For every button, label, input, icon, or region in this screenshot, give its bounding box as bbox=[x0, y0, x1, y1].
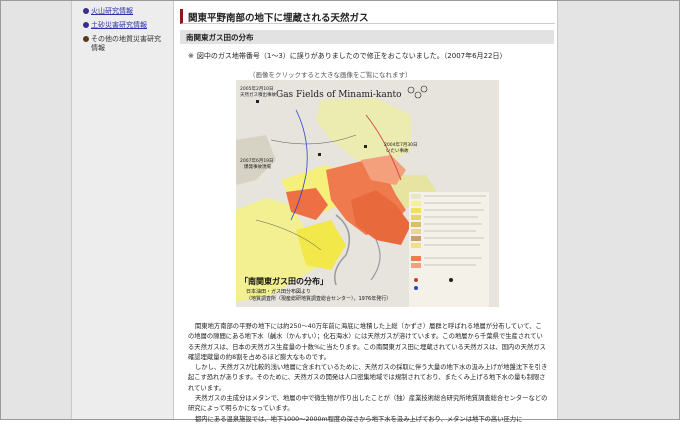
map-annotation: いたい事故 bbox=[386, 149, 409, 154]
notice-mark: ※ bbox=[188, 52, 194, 60]
divider bbox=[71, 1, 72, 419]
click-hint: （画像をクリックすると大きな画像をご覧になれます） bbox=[249, 71, 412, 79]
bullet-icon bbox=[83, 8, 89, 14]
section-heading: 南関東ガス田の分布 bbox=[180, 30, 554, 44]
left-margin bbox=[1, 1, 71, 419]
article-body: 関東地方南部の平野の地下には約250〜40万年前に海底に堆積した上総（かずさ）層… bbox=[188, 322, 548, 425]
gas-field-map-image[interactable]: Gas Fields of Minami-kanto 2005年2月10日 天然… bbox=[236, 80, 499, 307]
page-title-bar: 関東平野南部の地下に埋蔵される天然ガス bbox=[180, 9, 555, 24]
sidebar-link-cont[interactable]: 情報 bbox=[91, 44, 105, 53]
map-caption: 「南関東ガス田の分布」 bbox=[240, 277, 328, 286]
map-caption-sub: 日本油田・ガス田分布図より bbox=[246, 289, 311, 295]
map-annotation: 天然ガス噴出事故 bbox=[240, 93, 276, 98]
section-title: 南関東ガス田の分布 bbox=[186, 33, 254, 42]
sidebar-link[interactable]: 火山研究情報 bbox=[91, 7, 133, 16]
map-graphic bbox=[236, 80, 499, 307]
paragraph: 関東地方南部の平野の地下には約250〜40万年前に海底に堆積した上総（かずさ）層… bbox=[188, 323, 546, 361]
bullet-icon bbox=[83, 22, 89, 28]
notice-text: 図中のガス地帯番号（1〜3）に誤りがありましたので修正をおこないました。（200… bbox=[196, 52, 507, 60]
right-margin bbox=[557, 1, 679, 419]
paragraph: 天然ガスの主成分はメタンで、地層の中で微生物が作り出したことが（独）産業技術総合… bbox=[188, 395, 548, 413]
page-title: 関東平野南部の地下に埋蔵される天然ガス bbox=[188, 13, 369, 24]
sidebar-link[interactable]: 土砂災害研究情報 bbox=[91, 21, 147, 30]
divider bbox=[557, 1, 558, 419]
map-annotation: 爆発事故現場 bbox=[244, 165, 271, 170]
paragraph: しかし、天然ガスが比較的浅い地層に含まれているために、天然ガスの採取に伴う大量の… bbox=[188, 364, 548, 392]
map-title-en: Gas Fields of Minami-kanto bbox=[276, 90, 402, 100]
main-content: 関東平野南部の地下に埋蔵される天然ガス 南関東ガス田の分布 ※ 図中のガス地帯番号… bbox=[174, 1, 557, 423]
sidebar-link[interactable]: その他の地質災害研究 bbox=[91, 35, 161, 44]
correction-notice: ※ 図中のガス地帯番号（1〜3）に誤りがありましたので修正をおこないました。（20… bbox=[188, 51, 506, 61]
sidebar: 火山研究情報 土砂災害研究情報 その他の地質災害研究 情報 bbox=[71, 1, 173, 419]
bullet-icon bbox=[83, 36, 89, 42]
map-caption-sub: （地質調査所（現産総研地質調査総合センター），1976年発行） bbox=[246, 296, 392, 302]
